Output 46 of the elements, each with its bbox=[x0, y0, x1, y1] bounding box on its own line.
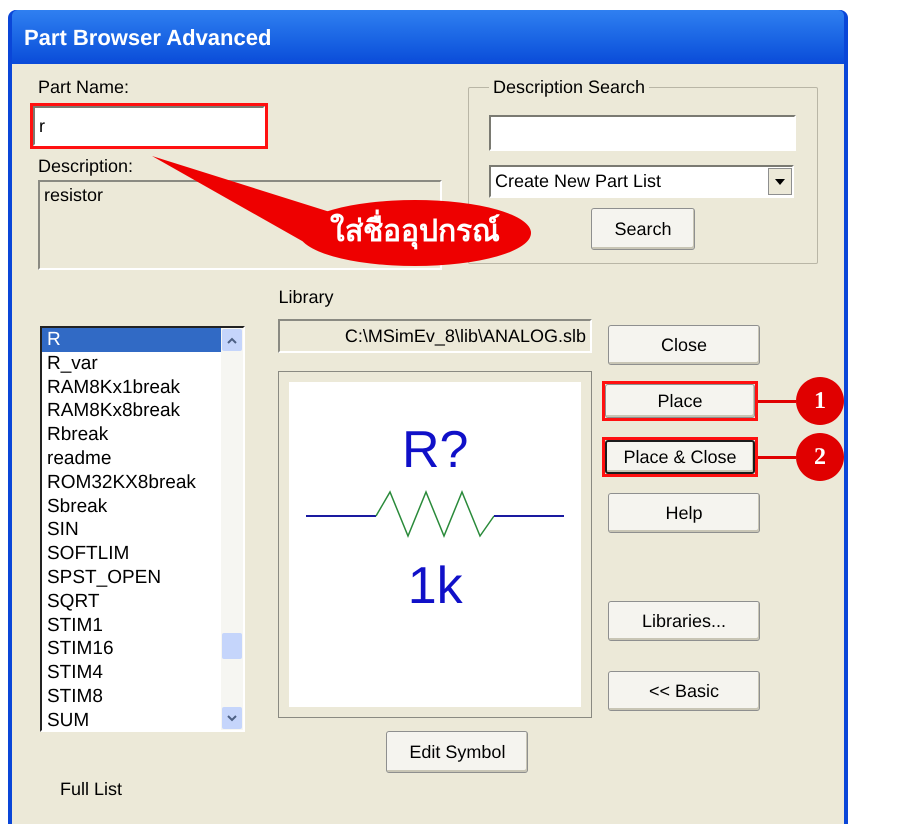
list-item[interactable]: SPST_OPEN bbox=[42, 566, 222, 590]
list-item[interactable]: readme bbox=[42, 446, 222, 471]
reference-label: R? bbox=[402, 422, 468, 478]
list-item[interactable]: R_var bbox=[42, 352, 222, 376]
dialog-button[interactable]: Libraries... bbox=[608, 601, 760, 641]
list-item[interactable]: SQRT bbox=[42, 590, 222, 614]
list-item[interactable]: SUM bbox=[42, 708, 222, 733]
value-label: 1k bbox=[408, 558, 463, 614]
dialog-button[interactable]: Place & Close bbox=[605, 440, 755, 474]
dialog-button[interactable]: Place bbox=[605, 384, 755, 418]
window-title: Part Browser Advanced bbox=[24, 24, 272, 52]
list-item[interactable]: SIN bbox=[42, 518, 222, 542]
list-item[interactable]: Sbreak bbox=[42, 494, 222, 518]
list-item[interactable]: ROM32KX8break bbox=[42, 470, 222, 495]
step-badge: 2 bbox=[796, 433, 844, 481]
list-item[interactable]: STIM16 bbox=[42, 637, 222, 662]
list-item[interactable]: STIM4 bbox=[42, 661, 222, 685]
list-item[interactable]: RAM8Kx8break bbox=[42, 399, 222, 424]
field-label: Description: bbox=[38, 155, 134, 178]
list-item[interactable]: R bbox=[42, 328, 222, 352]
scroll-thumb[interactable] bbox=[222, 633, 242, 659]
field-label: Part Name: bbox=[38, 76, 130, 99]
dropdown-value: Create New Part List bbox=[494, 170, 662, 193]
leader-line bbox=[758, 456, 796, 458]
list-item[interactable]: STIM1 bbox=[42, 614, 222, 638]
list-label: Full List bbox=[60, 778, 124, 801]
scrollbar[interactable] bbox=[221, 328, 244, 730]
list-item[interactable]: RAM8Kx1break bbox=[42, 376, 222, 400]
dialog-button[interactable]: Help bbox=[608, 493, 760, 533]
group-title: Description Search bbox=[492, 76, 646, 99]
library-path: C:\MSimEv_8\lib\ANALOG.slb bbox=[278, 319, 592, 353]
part-list-dropdown[interactable]: Create New Part List bbox=[489, 165, 794, 198]
dialog-button[interactable]: << Basic bbox=[608, 671, 760, 711]
edit-symbol-button[interactable]: Edit Symbol bbox=[386, 731, 528, 773]
search-field[interactable] bbox=[489, 115, 796, 151]
scroll-up-icon[interactable] bbox=[222, 329, 242, 351]
dialog-button[interactable]: Close bbox=[608, 325, 760, 365]
library-label: Library bbox=[278, 286, 334, 309]
part-name-field[interactable]: r bbox=[33, 106, 265, 146]
leader-line bbox=[758, 400, 796, 402]
scroll-down-icon[interactable] bbox=[222, 707, 242, 729]
search-button[interactable]: Search bbox=[591, 208, 695, 250]
list-item[interactable]: Rbreak bbox=[42, 423, 222, 447]
list-item[interactable]: STIM8 bbox=[42, 684, 222, 709]
list-item[interactable]: SOFTLIM bbox=[42, 542, 222, 566]
step-badge: 1 bbox=[796, 377, 844, 425]
